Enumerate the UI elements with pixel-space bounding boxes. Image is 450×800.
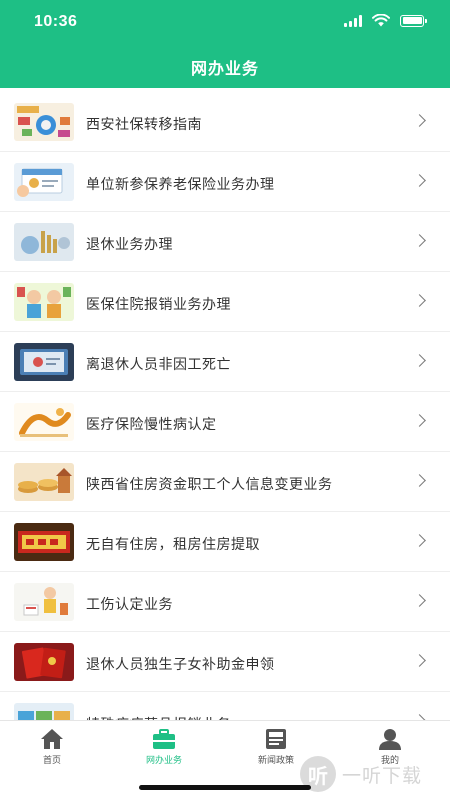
watermark-text: 一听下载 <box>342 765 423 787</box>
list-item-label: 陕西省住房资金职工个人信息变更业务 <box>86 476 333 492</box>
list-item[interactable]: 无自有住房，租房住房提取 <box>0 512 450 572</box>
chevron-right-icon <box>413 174 426 187</box>
chevron-right-icon <box>413 114 426 127</box>
chevron-right-icon <box>413 354 426 367</box>
medical-insurance-thumb <box>14 403 74 441</box>
person-icon <box>379 729 401 750</box>
chevron-right-icon <box>413 534 426 547</box>
service-list: 西安社保转移指南 单位新参保养老保险业务办理 退休业务办理 医保住院报销业务办理… <box>0 92 450 752</box>
wifi-icon <box>372 14 390 27</box>
certificate-thumb <box>14 343 74 381</box>
home-indicator <box>139 785 311 790</box>
elderly-couple-thumb <box>14 283 74 321</box>
chevron-right-icon <box>413 234 426 247</box>
status-icons <box>344 14 427 27</box>
list-item[interactable]: 退休业务办理 <box>0 212 450 272</box>
red-booklet-thumb <box>14 643 74 681</box>
list-item-label: 医保住院报销业务办理 <box>86 296 231 312</box>
list-item[interactable]: 医疗保险慢性病认定 <box>0 392 450 452</box>
list-item-label: 退休人员独生子女补助金申领 <box>86 656 275 672</box>
list-item-label: 无自有住房，租房住房提取 <box>86 536 260 552</box>
list-item-label: 医疗保险慢性病认定 <box>86 416 217 432</box>
work-injury-thumb <box>14 583 74 621</box>
chevron-right-icon <box>413 474 426 487</box>
social-insurance-diagram-thumb <box>14 103 74 141</box>
status-time: 10:36 <box>34 13 78 30</box>
list-item-label: 西安社保转移指南 <box>86 116 202 132</box>
list-item[interactable]: 西安社保转移指南 <box>0 92 450 152</box>
retirement-thumb <box>14 223 74 261</box>
page-title: 网办业务 <box>190 61 259 78</box>
housing-fund-thumb <box>14 463 74 501</box>
list-item[interactable]: 陕西省住房资金职工个人信息变更业务 <box>0 452 450 512</box>
list-item[interactable]: 退休人员独生子女补助金申领 <box>0 632 450 692</box>
home-icon <box>41 729 63 749</box>
news-icon <box>266 729 286 749</box>
chevron-right-icon <box>413 294 426 307</box>
chevron-right-icon <box>413 414 426 427</box>
list-item[interactable]: 工伤认定业务 <box>0 572 450 632</box>
list-item[interactable]: 离退休人员非因工死亡 <box>0 332 450 392</box>
list-item-label: 离退休人员非因工死亡 <box>86 356 231 372</box>
rental-housing-thumb <box>14 523 74 561</box>
tab-home[interactable]: 首页 <box>12 727 92 766</box>
signal-icon <box>344 14 362 27</box>
battery-icon <box>400 14 427 27</box>
watermark-logo: 听 一听下载 <box>300 752 450 796</box>
list-item-label: 工伤认定业务 <box>86 596 173 612</box>
list-item[interactable]: 单位新参保养老保险业务办理 <box>0 152 450 212</box>
chevron-right-icon <box>413 594 426 607</box>
chevron-right-icon <box>413 654 426 667</box>
tab-label: 首页 <box>42 755 61 765</box>
tab-label: 网办业务 <box>145 755 182 765</box>
list-item-label: 单位新参保养老保险业务办理 <box>86 176 275 192</box>
list-item-label: 退休业务办理 <box>86 236 173 252</box>
list-item[interactable]: 医保住院报销业务办理 <box>0 272 450 332</box>
tab-online-services[interactable]: 网办业务 <box>124 727 204 766</box>
insurance-card-thumb <box>14 163 74 201</box>
briefcase-icon <box>153 729 175 749</box>
app-header: 10:36 网办业务 <box>0 0 450 88</box>
